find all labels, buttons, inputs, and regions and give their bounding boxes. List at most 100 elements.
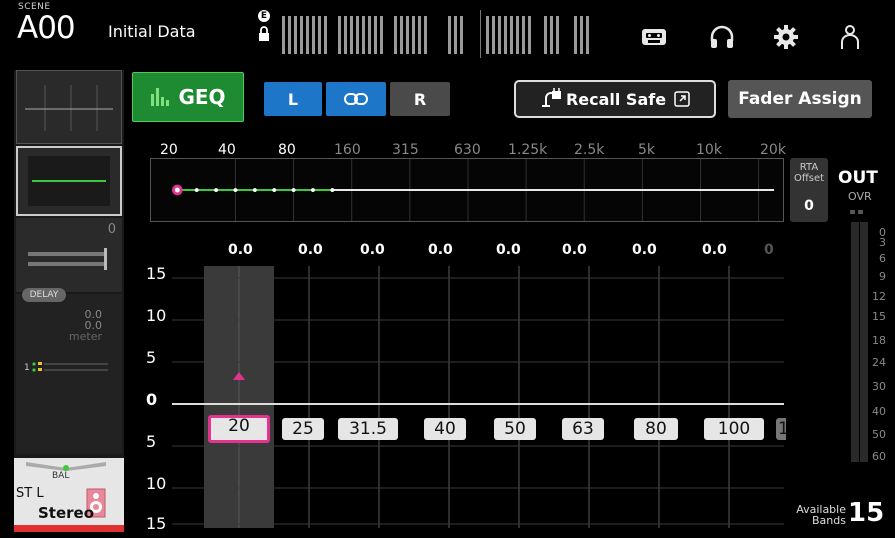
external-link-icon <box>674 91 690 107</box>
scene-title[interactable]: Initial Data <box>108 22 196 41</box>
available-bands-count: 15 <box>848 498 885 528</box>
fader-thumbnail[interactable]: 0 <box>16 218 122 292</box>
lock-icon <box>259 26 269 41</box>
fader-value: 0 <box>107 222 116 237</box>
freq-scale-label: 1.25k <box>508 142 548 158</box>
freq-scale-label: 630 <box>454 142 481 158</box>
meter-tick-label: 50 <box>872 428 886 441</box>
band-gain-value: 0.0 <box>496 242 521 258</box>
band-knob[interactable]: 80 <box>634 418 678 440</box>
rta-label-line1: RTA <box>799 162 819 173</box>
channel-color-bar <box>14 525 124 532</box>
geq-icon <box>151 88 170 106</box>
geq-thumbnail[interactable] <box>16 146 122 216</box>
meter-tick-label: 60 <box>872 450 886 463</box>
gain-axis-label: 15 <box>146 264 167 283</box>
band-gain-value: 0.0 <box>360 242 385 258</box>
band-knob[interactable]: 31.5 <box>338 418 398 440</box>
band-knob[interactable]: 25 <box>282 418 324 440</box>
band-knob[interactable]: 1 <box>776 418 786 440</box>
overview-band-point <box>330 188 335 192</box>
gain-axis-label: 0 <box>146 390 158 409</box>
fader-assign-button[interactable]: Fader Assign <box>728 80 872 118</box>
freq-scale-label: 80 <box>278 142 296 158</box>
tape-icon[interactable] <box>636 22 672 52</box>
band-gain-value: 0.0 <box>632 242 657 258</box>
meter-tick-label: 30 <box>872 380 886 393</box>
gain-axis-label: 5 <box>146 348 157 367</box>
band-gain-value: 0.0 <box>428 242 453 258</box>
meter-tick-label: 15 <box>872 310 886 323</box>
band-gain-value: 0 <box>764 242 774 258</box>
svg-text:1: 1 <box>24 363 30 373</box>
band-gain-value: 0.0 <box>228 242 253 258</box>
available-bands-label: Available Bands <box>794 504 846 526</box>
top-bar: SCENE A00 Initial Data E <box>0 0 895 68</box>
scene-number[interactable]: A00 <box>17 10 76 46</box>
link-button[interactable] <box>326 82 386 116</box>
meter-tick-label: 9 <box>879 270 886 283</box>
overview-eq-curve[interactable] <box>150 158 784 222</box>
meter-tick-label: 18 <box>872 334 886 347</box>
rta-label-line2: Offset <box>793 173 825 184</box>
freq-scale-label: 315 <box>392 142 419 158</box>
gear-icon[interactable] <box>768 22 804 52</box>
band-gain-value: 0.0 <box>562 242 587 258</box>
recall-safe-icon <box>541 88 561 107</box>
recall-safe-button[interactable]: Recall Safe <box>514 80 716 118</box>
delay-unit: meter <box>68 330 102 343</box>
geq-button[interactable]: GEQ <box>132 72 244 122</box>
overview-selected-point <box>172 184 183 196</box>
channel-meter-strip <box>282 10 589 58</box>
gain-axis-label: 15 <box>146 514 167 533</box>
freq-scale-label: 2.5k <box>574 142 605 158</box>
channel-name-panel[interactable]: BAL ST L Stereo <box>14 458 124 530</box>
left-channel-button[interactable]: L <box>264 82 322 116</box>
channel-type: Stereo <box>38 504 95 522</box>
meter-tick-label: 40 <box>872 405 886 418</box>
band-knob[interactable]: 50 <box>494 418 536 440</box>
rta-offset-button[interactable]: RTA Offset 0 <box>790 158 828 222</box>
band-knob[interactable]: 63 <box>562 418 604 440</box>
freq-scale-label: 40 <box>218 142 236 158</box>
selected-band-knob[interactable]: 20 <box>208 415 270 443</box>
overview-band-point <box>291 188 296 192</box>
overview-band-point <box>214 188 219 192</box>
freq-scale-label: 5k <box>638 142 656 158</box>
band-gain-value: 0.0 <box>702 242 727 258</box>
freq-scale-label: 10k <box>696 142 722 158</box>
edit-badge-icon: E <box>258 10 270 22</box>
meter-tick-label: 12 <box>872 290 886 303</box>
ovr-indicator <box>850 210 863 214</box>
band-gain-value: 0.0 <box>298 242 323 258</box>
link-icon <box>344 93 368 105</box>
overview-band-point <box>311 188 315 192</box>
channel-name: ST L <box>16 486 44 501</box>
input-level-indicator: 1 <box>24 362 108 373</box>
user-icon[interactable] <box>832 22 868 52</box>
freq-scale-label: 20k <box>760 142 786 158</box>
out-label: OUT <box>838 168 878 188</box>
recall-safe-label: Recall Safe <box>565 89 667 109</box>
gain-axis-label: 10 <box>146 474 167 493</box>
meter-tick-label: 6 <box>879 252 886 265</box>
freq-scale-label: 160 <box>334 142 361 158</box>
overview-band-point <box>194 188 199 192</box>
geq-graph[interactable] <box>172 266 784 528</box>
delay-label: DELAY <box>22 288 66 302</box>
input-eq-thumbnail[interactable] <box>16 70 122 144</box>
freq-scale-label: 20 <box>160 142 178 158</box>
gain-axis-label: 10 <box>146 306 167 325</box>
band-knob[interactable]: 100 <box>704 418 764 440</box>
bal-label: BAL <box>52 471 70 481</box>
band-knob[interactable]: 40 <box>424 418 466 440</box>
available-label-line2: Bands <box>812 514 846 527</box>
headphones-icon[interactable] <box>704 22 740 52</box>
overview-band-point <box>233 188 238 192</box>
right-channel-button[interactable]: R <box>390 82 450 116</box>
out-meter-left <box>851 222 859 462</box>
meter-tick-label: 3 <box>879 236 886 249</box>
overview-band-point <box>252 188 257 192</box>
overview-band-point <box>272 188 277 192</box>
rta-value: 0 <box>804 198 814 214</box>
